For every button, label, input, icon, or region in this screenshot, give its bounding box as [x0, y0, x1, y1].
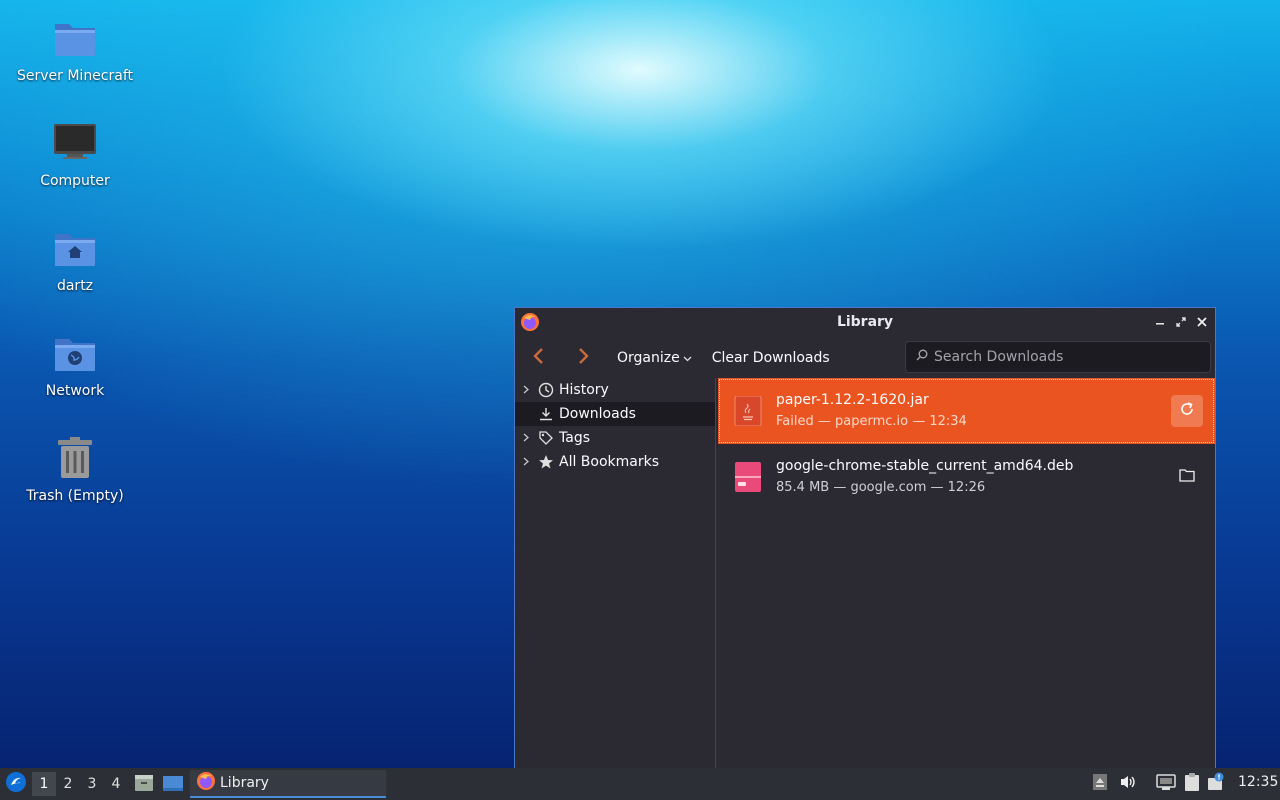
sidebar-item-label: Tags: [559, 430, 590, 446]
maximize-icon[interactable]: [1171, 312, 1191, 332]
firefox-icon: [520, 312, 540, 332]
clock-icon: [537, 381, 555, 399]
tray-menu-button[interactable]: [1088, 772, 1112, 796]
library-sidebar: History Downloads Tags All Bookmarks: [515, 378, 716, 771]
download-icon: [537, 405, 555, 423]
clock[interactable]: 12:35: [1238, 774, 1278, 790]
search-icon: [916, 349, 928, 365]
network-button[interactable]: [1154, 772, 1178, 796]
deb-package-icon: [734, 462, 762, 492]
organize-label: Organize: [617, 350, 680, 366]
sidebar-item-history[interactable]: History: [515, 378, 715, 402]
star-icon: [537, 453, 555, 471]
workspace-3[interactable]: 3: [80, 772, 104, 796]
desktop-icon-label: dartz: [56, 278, 94, 294]
download-status: Failed — papermc.io — 12:34: [776, 414, 967, 429]
desktop-icon-label: Server Minecraft: [16, 68, 134, 84]
speaker-icon: [1119, 774, 1137, 794]
forward-arrow-icon: [576, 347, 590, 369]
close-icon[interactable]: [1192, 312, 1212, 332]
desktop-icon-label: Network: [45, 383, 105, 399]
workspace-4[interactable]: 4: [104, 772, 128, 796]
clipboard-button[interactable]: [1180, 772, 1204, 796]
search-box[interactable]: [905, 341, 1211, 373]
library-window: Library Organize Clear Downloads Search …: [514, 307, 1216, 772]
search-downloads-input[interactable]: [934, 349, 1194, 365]
start-menu-button[interactable]: [3, 771, 29, 797]
organize-menu-button[interactable]: Organize: [611, 346, 698, 370]
download-filename: paper-1.12.2-1620.jar: [776, 392, 929, 408]
trash-icon: [53, 436, 97, 480]
chevron-down-icon: [683, 350, 692, 366]
desktop-icon-network[interactable]: Network: [10, 317, 140, 417]
download-item[interactable]: google-chrome-stable_current_amd64.deb 8…: [718, 444, 1215, 510]
desktop-icon-computer[interactable]: Computer: [10, 107, 140, 207]
desktop-icon-label: Trash (Empty): [26, 488, 124, 504]
computer-icon: [53, 121, 97, 165]
download-status: 85.4 MB — google.com — 12:26: [776, 480, 986, 495]
download-item[interactable]: paper-1.12.2-1620.jar Failed — papermc.i…: [718, 378, 1215, 444]
file-manager-icon: [133, 775, 155, 798]
clipboard-icon: [1183, 772, 1201, 796]
taskbar: 1 2 3 4 Library 12:35: [0, 768, 1280, 800]
title-bar[interactable]: Library: [515, 308, 1215, 336]
retry-button[interactable]: [1171, 395, 1203, 427]
retry-icon: [1179, 401, 1195, 421]
sidebar-item-tags[interactable]: Tags: [515, 426, 715, 450]
desktop-icon: [162, 776, 184, 798]
desktop-icon-dartz[interactable]: dartz: [10, 212, 140, 312]
expand-arrow-icon[interactable]: [515, 384, 537, 397]
open-folder-button[interactable]: [1171, 461, 1203, 493]
volume-button[interactable]: [1116, 772, 1140, 796]
task-label: Library: [220, 775, 269, 791]
home-folder-icon: [53, 226, 97, 270]
network-folder-icon: [53, 331, 97, 375]
expand-arrow-icon[interactable]: [515, 432, 537, 445]
eject-icon: [1092, 773, 1108, 795]
workspace-1[interactable]: 1: [32, 772, 56, 796]
network-wired-icon: [1156, 773, 1176, 795]
desktop-icon-trash[interactable]: Trash (Empty): [10, 422, 140, 522]
desktop-icon-server-minecraft[interactable]: Server Minecraft: [10, 2, 140, 102]
download-filename: google-chrome-stable_current_amd64.deb: [776, 458, 1074, 474]
forward-button[interactable]: [565, 342, 601, 374]
expand-arrow-icon[interactable]: [515, 456, 537, 469]
clear-downloads-button[interactable]: Clear Downloads: [706, 346, 836, 370]
sidebar-item-downloads[interactable]: Downloads: [515, 402, 715, 426]
lubuntu-logo-icon: [5, 771, 27, 797]
minimize-icon[interactable]: [1150, 312, 1170, 332]
desktop-icon-label: Computer: [40, 173, 110, 189]
file-manager-launcher[interactable]: [133, 772, 157, 796]
clear-downloads-label: Clear Downloads: [711, 350, 830, 366]
back-button[interactable]: [521, 342, 557, 374]
window-title: Library: [836, 314, 894, 330]
update-notification-icon: [1206, 772, 1226, 796]
sidebar-item-all-bookmarks[interactable]: All Bookmarks: [515, 450, 715, 474]
toolbar: Organize Clear Downloads: [515, 336, 1215, 380]
tag-icon: [537, 429, 555, 447]
sidebar-item-label: Downloads: [559, 406, 636, 422]
back-arrow-icon: [532, 347, 546, 369]
downloads-list: paper-1.12.2-1620.jar Failed — papermc.i…: [718, 378, 1215, 771]
open-folder-icon: [1179, 468, 1195, 486]
folder-icon: [53, 16, 97, 60]
notifications-button[interactable]: [1204, 772, 1228, 796]
show-desktop-button[interactable]: [162, 772, 186, 796]
sidebar-item-label: History: [559, 382, 609, 398]
workspace-switcher: 1 2 3 4: [32, 772, 128, 796]
workspace-2[interactable]: 2: [56, 772, 80, 796]
firefox-icon: [196, 771, 216, 795]
java-file-icon: [734, 395, 762, 427]
taskbar-task-library[interactable]: Library: [190, 770, 386, 798]
sidebar-item-label: All Bookmarks: [559, 454, 660, 470]
